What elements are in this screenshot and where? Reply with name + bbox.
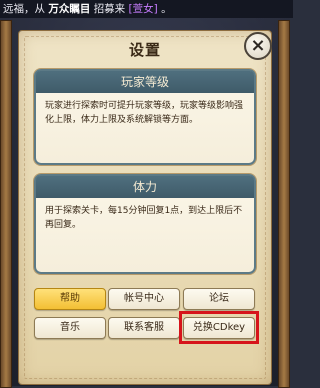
close-icon: ×: [250, 35, 266, 56]
redeem-highlight-box: [179, 311, 259, 344]
help-button[interactable]: 帮助: [34, 288, 106, 310]
announcement-prefix: 远福，从: [3, 3, 45, 15]
close-button[interactable]: ×: [244, 32, 272, 60]
player-level-description: 玩家进行探索时可提升玩家等级，玩家等级影响强化上限，体力上限及系统解锁等方面。: [45, 101, 244, 125]
announcement-item: [萱女]: [128, 3, 158, 15]
forum-button[interactable]: 论坛: [183, 288, 255, 310]
dialog-title: 设置: [128, 41, 161, 59]
stamina-section: 体力 用于探索关卡，每15分钟回复1点，到达上限后不再回复。: [34, 174, 256, 274]
contact-support-button[interactable]: 联系客服: [108, 317, 180, 339]
stamina-description: 用于探索关卡，每15分钟回复1点，到达上限后不再回复。: [45, 206, 243, 230]
music-button[interactable]: 音乐: [34, 317, 106, 339]
account-center-button[interactable]: 帐号中心: [108, 288, 180, 310]
player-level-section: 玩家等级 玩家进行探索时可提升玩家等级，玩家等级影响强化上限，体力上限及系统解锁…: [34, 69, 256, 165]
announcement-source: 万众瞩目: [48, 3, 91, 15]
announcement-suffix: 。: [161, 3, 172, 15]
player-level-heading: 玩家等级: [36, 71, 254, 93]
stamina-heading: 体力: [36, 176, 254, 198]
announcement-middle: 招募来: [93, 3, 126, 15]
right-frame-border: [278, 20, 290, 388]
left-frame-border: [0, 20, 12, 388]
announcement-bar: 远福，从 万众瞩目 招募来 [萱女] 。: [0, 0, 293, 18]
